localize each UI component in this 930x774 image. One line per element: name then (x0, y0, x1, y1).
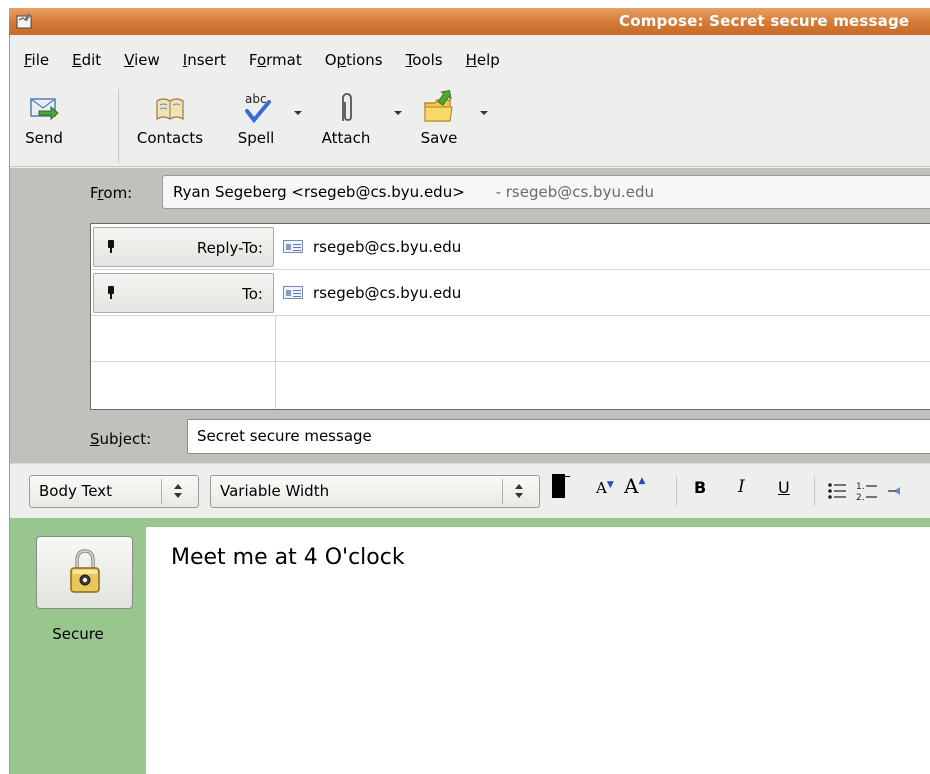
paragraph-style-select[interactable]: Body Text (29, 475, 199, 508)
window-title: Compose: Secret secure message (619, 12, 910, 30)
paragraph-style-value: Body Text (39, 482, 112, 500)
from-label: From: (90, 184, 133, 202)
save-button[interactable]: Save (410, 89, 468, 147)
updown-arrows-icon (513, 482, 525, 502)
from-value: Ryan Segeberg <rsegeb@cs.byu.edu> (173, 183, 465, 201)
recipient-address[interactable]: rsegeb@cs.byu.edu (283, 270, 461, 316)
contact-card-icon (283, 240, 303, 253)
menu-file[interactable]: File (10, 45, 60, 75)
format-separator (676, 476, 677, 506)
save-dropdown-arrow[interactable] (480, 111, 488, 115)
save-label: Save (420, 129, 458, 147)
recipient-row-empty[interactable] (91, 362, 930, 409)
larger-font-button[interactable]: A▲ (624, 474, 645, 498)
attach-button[interactable]: Attach (310, 89, 382, 147)
spell-icon-text: abc (245, 92, 267, 106)
from-alias: - rsegeb@cs.byu.edu (495, 183, 654, 201)
larger-font-label: A (624, 474, 639, 498)
menu-help[interactable]: Help (454, 45, 511, 75)
recipient-address[interactable]: rsegeb@cs.byu.edu (283, 224, 461, 270)
smaller-font-label: A (596, 479, 607, 497)
contacts-label: Contacts (136, 129, 204, 147)
message-header: From: Ryan Segeberg <rsegeb@cs.byu.edu> … (10, 168, 930, 463)
toolbar-separator (118, 89, 119, 163)
recipient-address-text: rsegeb@cs.byu.edu (313, 238, 462, 256)
secure-panel: Secure (10, 527, 146, 774)
recipient-list: Reply-To: rsegeb@cs.byu.edu To: rsegeb@c… (90, 223, 930, 410)
spell-check-icon: abc (245, 92, 271, 124)
secure-label: Secure (52, 625, 104, 643)
spell-label: Spell (237, 129, 275, 147)
subject-input[interactable]: Secret secure message (187, 419, 930, 454)
recipient-type-button[interactable]: Reply-To: (93, 227, 274, 267)
font-select[interactable]: Variable Width (210, 475, 540, 508)
menu-format[interactable]: Format (237, 45, 313, 75)
recipient-row: Reply-To: rsegeb@cs.byu.edu (91, 224, 930, 270)
underline-button[interactable]: U (778, 478, 790, 497)
down-triangle-icon: ▼ (606, 480, 614, 490)
text-color-button[interactable] (550, 472, 572, 508)
recipient-type-label: Reply-To: (196, 239, 263, 257)
menu-view[interactable]: View (112, 45, 171, 75)
menu-tools[interactable]: Tools (394, 45, 454, 75)
message-body[interactable]: Meet me at 4 O'clock (171, 545, 405, 570)
compose-window: File Edit View Insert Format Options Too… (9, 35, 930, 774)
address-book-icon (156, 98, 184, 121)
menu-options[interactable]: Options (313, 45, 394, 75)
compose-area: Secure Meet me at 4 O'clock (10, 518, 930, 774)
paperclip-icon (342, 93, 352, 121)
title-bar[interactable]: Compose: Secret secure message (9, 8, 930, 35)
secure-button[interactable] (36, 536, 133, 609)
recipient-type-empty (91, 362, 276, 409)
combo-separator (502, 479, 503, 504)
attach-dropdown-arrow[interactable] (394, 111, 402, 115)
pin-icon (108, 286, 114, 299)
font-value: Variable Width (220, 482, 330, 500)
contact-card-icon (283, 286, 303, 299)
menu-insert[interactable]: Insert (171, 45, 237, 75)
attach-label: Attach (321, 129, 371, 147)
recipient-row: To: rsegeb@cs.byu.edu (91, 270, 930, 316)
padlock-icon (70, 549, 100, 593)
italic-button[interactable]: I (738, 477, 745, 497)
send-icon (30, 98, 59, 121)
format-separator (814, 476, 815, 506)
combo-separator (161, 479, 162, 504)
compose-app-icon[interactable] (15, 12, 33, 30)
updown-arrows-icon (172, 482, 184, 502)
recipient-type-label: To: (242, 285, 263, 303)
format-toolbar: Body Text Variable Width A▼ A▲ B I U 1. … (10, 463, 930, 517)
bold-button[interactable]: B (694, 478, 706, 497)
menubar: File Edit View Insert Format Options Too… (10, 45, 511, 75)
text-color-swatch (552, 474, 565, 498)
svg-text:2.: 2. (856, 493, 865, 502)
recipient-type-button[interactable]: To: (93, 273, 274, 313)
recipient-type-empty (91, 316, 276, 361)
up-triangle-icon: ▲ (638, 476, 646, 486)
main-toolbar: Send Contacts abc Spell Attach Save (10, 83, 930, 167)
send-label: Send (25, 129, 63, 147)
recipient-row-empty[interactable] (91, 316, 930, 362)
save-folder-icon (424, 89, 453, 122)
svg-text:1.: 1. (856, 482, 865, 492)
pin-icon (108, 240, 114, 253)
menu-edit[interactable]: Edit (60, 45, 112, 75)
from-account-select[interactable]: Ryan Segeberg <rsegeb@cs.byu.edu> - rseg… (162, 175, 930, 209)
contacts-button[interactable]: Contacts (124, 89, 216, 147)
outdent-icon[interactable] (888, 482, 902, 500)
recipient-address-text: rsegeb@cs.byu.edu (313, 284, 462, 302)
spell-dropdown-arrow[interactable] (294, 111, 302, 115)
bullet-list-icon[interactable] (827, 482, 847, 500)
send-button[interactable]: Send (14, 89, 74, 147)
color-dropdown-icon (565, 476, 570, 477)
subject-label: Subject: (90, 430, 152, 448)
spell-button[interactable]: abc Spell (230, 89, 282, 147)
numbered-list-icon[interactable]: 1. 2. (856, 480, 878, 502)
smaller-font-button[interactable]: A▼ (596, 479, 614, 497)
